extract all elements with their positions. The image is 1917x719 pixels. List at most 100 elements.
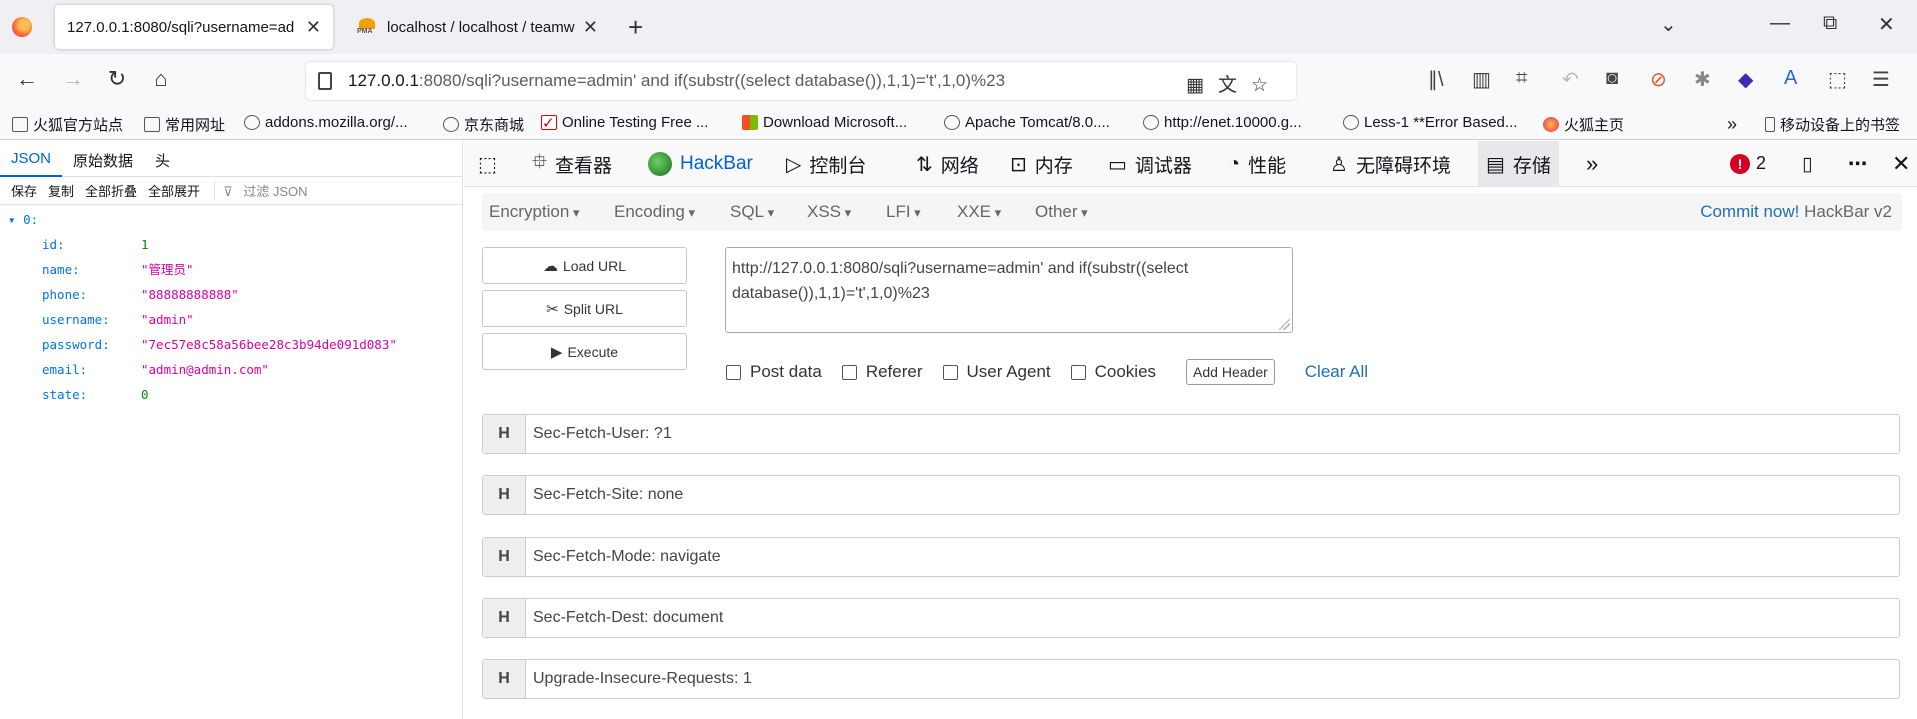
window-close-button[interactable]: ✕ (1878, 12, 1895, 37)
user-agent-checkbox[interactable]: User Agent (942, 362, 1051, 382)
bookmark-item[interactable]: 常用网址 (144, 114, 225, 135)
tab-memory[interactable]: ⊡ 内存 (1002, 141, 1081, 187)
tab-console[interactable]: ▷ 控制台 (778, 141, 874, 187)
tab-headers[interactable]: 头 (144, 141, 181, 177)
extension-layers-icon[interactable]: ◆ (1738, 67, 1753, 92)
bookmark-item[interactable]: Apache Tomcat/8.0.... (944, 114, 1110, 131)
menu-lfi[interactable]: LFI (886, 202, 921, 222)
menu-hamburger-icon[interactable]: ☰ (1872, 67, 1890, 92)
commit-now-link[interactable]: Commit now! (1700, 202, 1799, 221)
url-textarea[interactable]: http://127.0.0.1:8080/sqli?username=admi… (725, 247, 1293, 333)
bookmark-item[interactable]: 京东商城 (443, 114, 524, 135)
json-row[interactable]: phone: "88888888888" (0, 282, 462, 307)
forward-arrow-icon[interactable]: → (58, 66, 88, 92)
devtools-menu-icon[interactable]: ⋯ (1840, 141, 1875, 187)
menu-xxe[interactable]: XXE (957, 202, 1001, 222)
header-tag[interactable]: H (483, 415, 526, 453)
expand-all-button[interactable]: 全部展开 (148, 181, 200, 200)
commit-link[interactable]: Commit now! HackBar v2 (1700, 202, 1892, 222)
more-tabs-chevron-icon[interactable]: » (1578, 141, 1606, 187)
header-input[interactable]: Sec-Fetch-Dest: document (526, 599, 1899, 637)
library-icon[interactable]: ∥\ (1428, 67, 1444, 92)
header-input[interactable]: Upgrade-Insecure-Requests: 1 (526, 660, 1899, 698)
firefox-logo-icon[interactable] (12, 17, 32, 37)
sidebar-icon[interactable]: ▥ (1472, 67, 1491, 92)
new-tab-button[interactable]: + (628, 12, 643, 43)
execute-button[interactable]: ▶ Execute (482, 333, 687, 370)
filter-json-input[interactable]: ⊽ 过滤 JSON (214, 181, 311, 200)
menu-other[interactable]: Other (1035, 202, 1088, 222)
extension-translate-icon[interactable]: A (1784, 67, 1797, 90)
json-row[interactable]: username: "admin" (0, 307, 462, 332)
extension-blocker-icon[interactable]: ⊘ (1650, 67, 1667, 92)
header-input[interactable]: Sec-Fetch-Site: none (526, 476, 1899, 514)
error-count-badge[interactable]: ! 2 (1730, 153, 1766, 174)
tab-list-chevron-icon[interactable]: ⌄ (1660, 12, 1677, 37)
undo-icon[interactable]: ↶ (1562, 67, 1579, 92)
tab-accessibility[interactable]: ♙ 无障碍环境 (1322, 141, 1459, 187)
tab-sqli[interactable]: 127.0.0.1:8080/sqli?username=ad ✕ (55, 5, 333, 49)
json-root-node[interactable]: ▾ 0: (0, 207, 462, 232)
add-header-button[interactable]: Add Header (1186, 359, 1275, 385)
load-url-button[interactable]: ☁ Load URL (482, 247, 687, 284)
json-row[interactable]: email: "admin@admin.com" (0, 357, 462, 382)
post-data-checkbox[interactable]: Post data (726, 362, 822, 382)
copy-button[interactable]: 复制 (48, 181, 74, 200)
reload-icon[interactable]: ↻ (102, 66, 132, 92)
bookmark-item[interactable]: ✓ Online Testing Free ... (541, 114, 708, 131)
tab-performance[interactable]: ◔ 性能 (1220, 141, 1294, 187)
cookies-checkbox[interactable]: Cookies (1070, 362, 1156, 382)
json-row[interactable]: state: 0 (0, 382, 462, 407)
extension-puzzle-icon[interactable]: ✱ (1694, 67, 1711, 92)
devtools-close-icon[interactable]: ✕ (1884, 141, 1917, 187)
clear-all-link[interactable]: Clear All (1305, 362, 1368, 382)
bookmark-item[interactable]: http://enet.10000.g... (1143, 114, 1302, 131)
menu-encryption[interactable]: Encryption (489, 202, 579, 222)
menu-xss[interactable]: XSS (807, 202, 851, 222)
tab-debugger[interactable]: ▭ 调试器 (1100, 141, 1200, 187)
header-tag[interactable]: H (483, 538, 526, 576)
tab-hackbar[interactable]: HackBar (640, 141, 761, 187)
header-tag[interactable]: H (483, 660, 526, 698)
collapse-all-button[interactable]: 全部折叠 (85, 181, 137, 200)
split-url-button[interactable]: ✂ Split URL (482, 290, 687, 327)
back-arrow-icon[interactable]: ← (12, 66, 42, 92)
home-icon[interactable]: ⌂ (146, 66, 176, 92)
menu-encoding[interactable]: Encoding (614, 202, 695, 222)
bookmark-star-icon[interactable]: ☆ (1251, 75, 1282, 96)
header-input[interactable]: Sec-Fetch-User: ?1 (526, 415, 1899, 453)
save-button[interactable]: 保存 (11, 181, 37, 200)
restore-button[interactable]: ⧉ (1823, 12, 1837, 35)
bookmark-item[interactable]: 移动设备上的书签 (1765, 114, 1900, 135)
tab-close-icon[interactable]: ✕ (583, 17, 598, 38)
qr-code-icon[interactable]: ▦ (1186, 75, 1218, 96)
translate-icon[interactable]: 文 (1218, 75, 1251, 96)
tab-inspector[interactable]: ⯐ 查看器 (524, 141, 620, 187)
bookmark-item[interactable]: 火狐官方站点 (12, 114, 123, 135)
bookmark-item[interactable]: addons.mozilla.org/... (244, 114, 408, 131)
element-picker-icon[interactable]: ⬚ (470, 141, 513, 187)
screenshot-crop-icon[interactable]: ⌗ (1516, 67, 1527, 90)
extensions-icon[interactable]: ⬚ (1828, 67, 1847, 92)
header-input[interactable]: Sec-Fetch-Mode: navigate (526, 538, 1899, 576)
tab-raw-data[interactable]: 原始数据 (62, 141, 144, 177)
header-tag[interactable]: H (483, 476, 526, 514)
resize-grip-icon[interactable] (1278, 318, 1290, 330)
bookmarks-overflow-icon[interactable]: » (1727, 114, 1737, 135)
bookmark-item[interactable]: 火狐主页 (1543, 114, 1624, 135)
extension-tampermonkey-icon[interactable]: ◙ (1606, 67, 1618, 90)
json-row[interactable]: name: "管理员" (0, 257, 462, 282)
referer-checkbox[interactable]: Referer (841, 362, 923, 382)
tab-phpmyadmin[interactable]: localhost / localhost / teamwo ✕ (345, 5, 610, 49)
menu-sql[interactable]: SQL (730, 202, 774, 222)
dock-side-icon[interactable]: ▯ (1794, 141, 1820, 187)
header-tag[interactable]: H (483, 599, 526, 637)
json-row[interactable]: password: "7ec57e8c58a56bee28c3b94de091d0… (0, 332, 462, 357)
tab-json[interactable]: JSON (0, 141, 63, 177)
minimize-button[interactable]: — (1770, 12, 1790, 35)
address-bar[interactable]: 127.0.0.1 :8080/sqli?username=admin' and… (306, 62, 1296, 100)
tab-network[interactable]: ⇅ 网络 (908, 141, 987, 187)
json-row[interactable]: id: 1 (0, 232, 462, 257)
bookmark-item[interactable]: Download Microsoft... (742, 114, 907, 131)
bookmark-item[interactable]: Less-1 **Error Based... (1343, 114, 1517, 131)
